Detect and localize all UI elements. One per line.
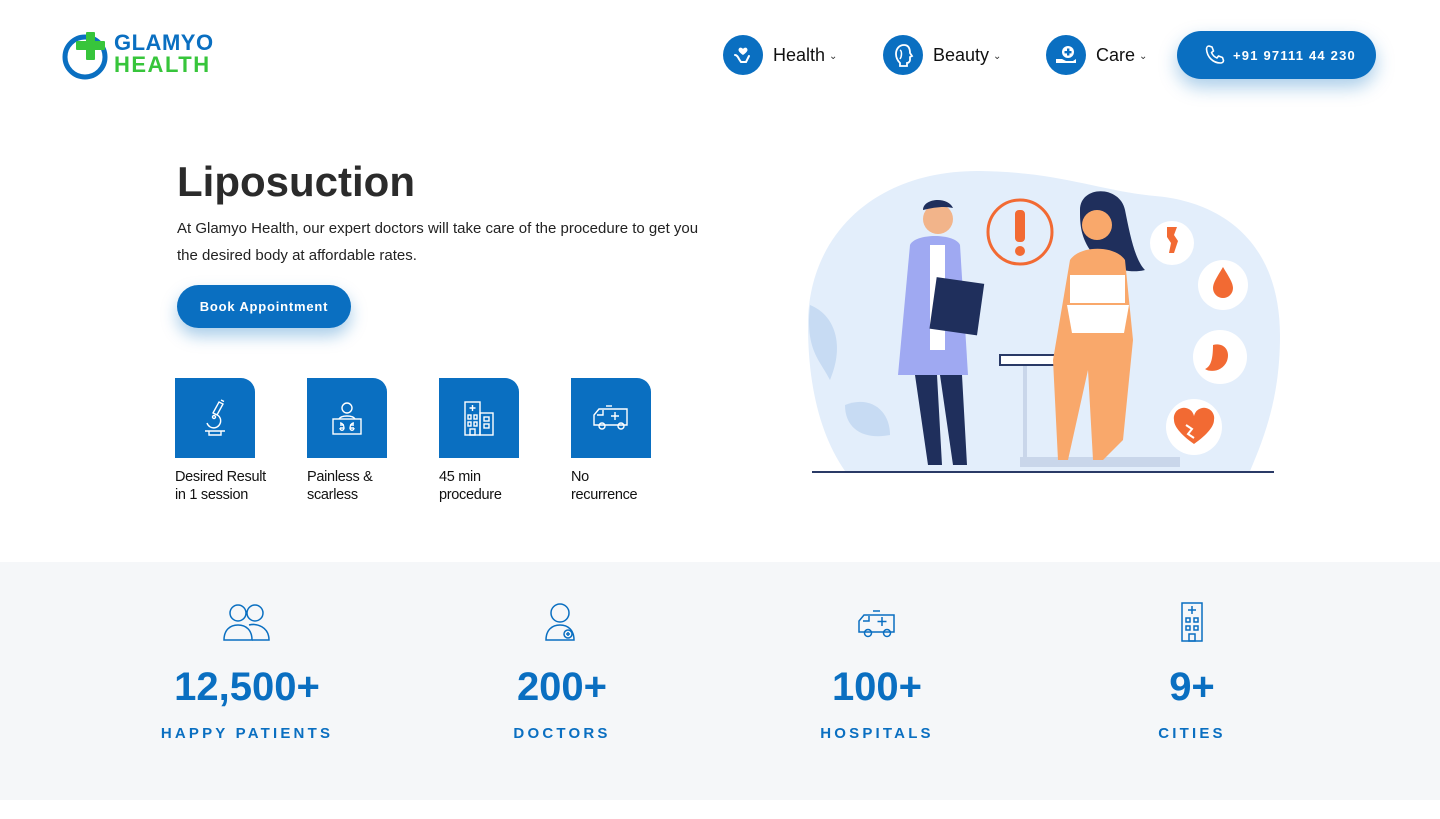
feature-label-line2: scarless (307, 487, 358, 503)
feature-label-line2: in 1 session (175, 487, 248, 503)
hand-medical-icon (1046, 35, 1086, 75)
hand-heart-icon (723, 35, 763, 75)
call-phone-button[interactable]: +91 97111 44 230 (1177, 31, 1376, 79)
stat-value: 100+ (831, 665, 923, 709)
ambulance-icon (727, 602, 1027, 642)
stat-label: HOSPITALS (820, 725, 934, 742)
chevron-down-icon: ⌄ (829, 50, 838, 62)
logo-line2: HEALTH (114, 52, 211, 77)
nav-care-label: Care (1096, 44, 1136, 65)
stat-label: CITIES (1158, 725, 1226, 742)
face-profile-icon (883, 35, 923, 75)
stat-label: HAPPY PATIENTS (160, 725, 334, 742)
brand-logo[interactable]: GLAMYO HEALTH (62, 30, 214, 82)
chevron-down-icon: ⌄ (993, 50, 1002, 62)
phone-icon (1205, 45, 1225, 64)
stat-doctors: 200+ DOCTORS (412, 562, 712, 742)
feature-label-line1: No (571, 469, 589, 485)
feature-item: 45 min procedure (439, 378, 571, 504)
nav-care[interactable]: Care ⌄ (1046, 34, 1147, 76)
logo-line1: GLAMYO (114, 30, 214, 55)
book-appointment-button[interactable]: Book Appointment (177, 285, 351, 328)
stats-section: 12,500+ HAPPY PATIENTS 200+ DOCTORS 100+… (0, 562, 1440, 800)
feature-label-line1: Desired Result (175, 469, 266, 485)
logo-wordmark: GLAMYO HEALTH (114, 32, 214, 76)
stat-patients: 12,500+ HAPPY PATIENTS (97, 562, 397, 742)
feature-item: Painless & scarless (307, 378, 439, 504)
feature-item: No recurrence (571, 378, 703, 504)
doctor-icon (412, 602, 712, 642)
hospital-building-icon (439, 378, 519, 458)
feature-item: Desired Result in 1 session (175, 378, 307, 504)
stat-value: 12,500+ (174, 665, 320, 709)
nav-beauty[interactable]: Beauty ⌄ (883, 34, 1001, 76)
building-icon (1042, 602, 1342, 642)
ambulance-icon (571, 378, 651, 458)
logo-cross-icon (62, 32, 108, 80)
feature-list: Desired Result in 1 session Painless & s… (175, 378, 703, 504)
site-header: GLAMYO HEALTH Health ⌄ Beauty ⌄ Care ⌄ +… (0, 0, 1440, 110)
stat-label: DOCTORS (513, 725, 611, 742)
microscope-icon (175, 378, 255, 458)
stat-cities: 9+ CITIES (1042, 562, 1342, 742)
doctor-patient-illustration (808, 170, 1280, 473)
stat-value: 9+ (1169, 665, 1215, 709)
hero-description: At Glamyo Health, our expert doctors wil… (177, 220, 699, 264)
nav-health-label: Health (773, 44, 826, 65)
nav-beauty-label: Beauty (933, 44, 990, 65)
feature-label-line1: 45 min (439, 469, 481, 485)
doctor-xray-icon (307, 378, 387, 458)
stat-value: 200+ (516, 665, 608, 709)
nav-health[interactable]: Health ⌄ (723, 34, 837, 76)
patients-icon (97, 602, 397, 642)
chevron-down-icon: ⌄ (1139, 50, 1148, 62)
feature-label-line1: Painless & (307, 469, 373, 485)
feature-label-line2: procedure (439, 487, 502, 503)
stat-hospitals: 100+ HOSPITALS (727, 562, 1027, 742)
feature-label-line2: recurrence (571, 487, 638, 503)
phone-number: +91 97111 44 230 (1233, 47, 1356, 63)
page-title: Liposuction (177, 158, 415, 205)
